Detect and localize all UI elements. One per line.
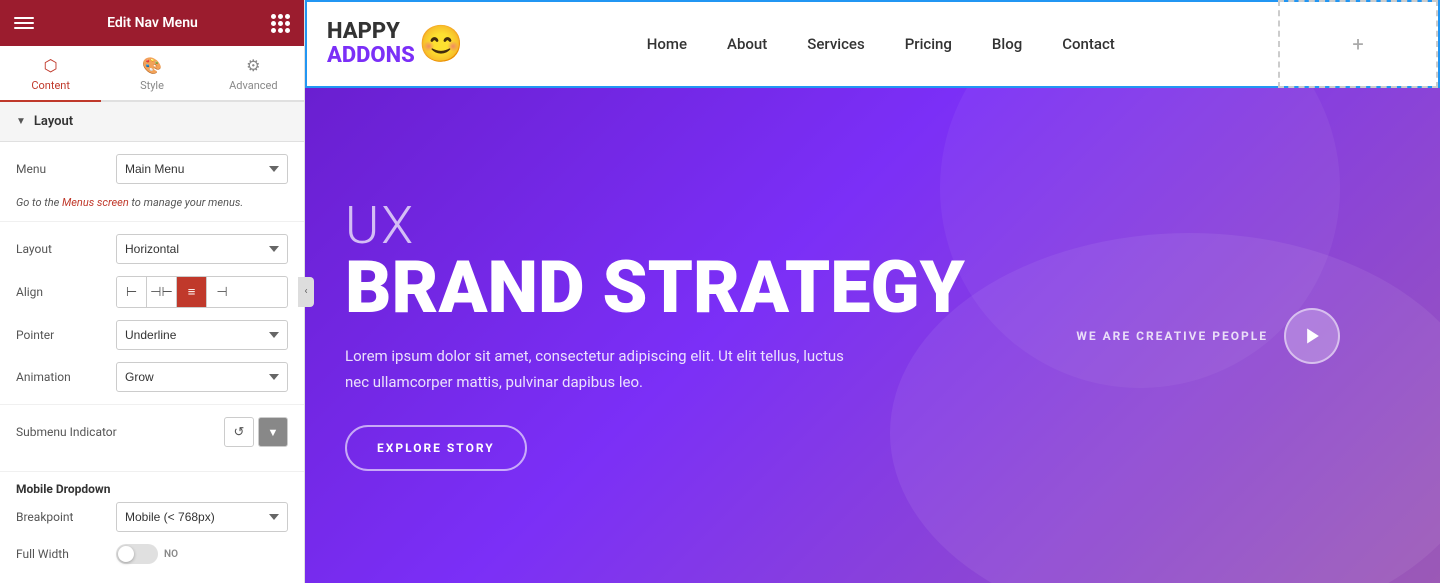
refresh-icon: ↺ <box>234 425 245 440</box>
animation-select[interactable]: Grow Shrink Slide <box>116 362 288 392</box>
animation-label: Animation <box>16 370 116 384</box>
submenu-indicator-row: Submenu Indicator ↺ ▼ <box>16 417 288 447</box>
menu-select[interactable]: Main Menu <box>116 154 288 184</box>
pointer-select-wrap: Underline Overline None <box>116 320 288 350</box>
pointer-label: Pointer <box>16 328 116 342</box>
breakpoint-select[interactable]: Mobile (< 768px) Tablet (< 1025px) <box>116 502 288 532</box>
tab-style[interactable]: 🎨 Style <box>101 46 202 102</box>
explore-story-button[interactable]: EXPLORE STORY <box>345 425 527 471</box>
pointer-row: Pointer Underline Overline None <box>16 320 288 350</box>
menu-hint-prefix: Go to the <box>16 196 62 209</box>
content-icon: ⬡ <box>44 56 58 75</box>
play-button[interactable] <box>1284 308 1340 364</box>
layout-row: Layout Horizontal Vertical <box>16 234 288 264</box>
mobile-dropdown-section: Mobile Dropdown Breakpoint Mobile (< 768… <box>0 472 304 576</box>
hero-brand-text: BRAND STRATEGY <box>345 252 965 324</box>
menu-section: Menu Main Menu Go to the Menus screen to… <box>0 142 304 222</box>
nav-link-about[interactable]: About <box>727 35 767 53</box>
chevron-down-icon: ▼ <box>268 426 279 439</box>
layout-section-label: Layout <box>34 114 73 129</box>
pointer-select[interactable]: Underline Overline None <box>116 320 288 350</box>
nav-link-pricing[interactable]: Pricing <box>905 35 952 53</box>
panel-title: Edit Nav Menu <box>107 15 198 31</box>
menu-row: Menu Main Menu <box>16 154 288 184</box>
hero-right: WE ARE CREATIVE PEOPLE <box>1076 308 1340 364</box>
nav-link-blog[interactable]: Blog <box>992 35 1022 53</box>
menu-hint: Go to the Menus screen to manage your me… <box>16 196 288 209</box>
right-panel: HAPPY ADDONS 😊 Home About Services Prici… <box>305 0 1440 583</box>
advanced-icon: ⚙ <box>246 56 260 75</box>
submenu-controls: ↺ ▼ <box>224 417 288 447</box>
menu-select-wrap: Main Menu <box>116 154 288 184</box>
align-left-btn[interactable]: ⊢ <box>117 277 147 307</box>
nav-link-home[interactable]: Home <box>647 35 687 53</box>
logo-text: HAPPY ADDONS <box>327 20 415 68</box>
nav-link-services[interactable]: Services <box>807 35 864 53</box>
mobile-section-content: Breakpoint Mobile (< 768px) Tablet (< 10… <box>0 502 304 576</box>
tab-style-label: Style <box>140 79 164 92</box>
tab-content[interactable]: ⬡ Content <box>0 46 101 102</box>
layout-select[interactable]: Horizontal Vertical <box>116 234 288 264</box>
preview-hero: UX BRAND STRATEGY Lorem ipsum dolor sit … <box>305 88 1440 583</box>
menus-screen-link[interactable]: Menus screen <box>62 196 129 209</box>
align-label: Align <box>16 285 116 299</box>
align-buttons: ⊢ ⊣⊢ ≡ ⊣ <box>116 276 288 308</box>
layout-section: Layout Horizontal Vertical Align ⊢ ⊣⊢ ≡ <box>0 222 304 405</box>
align-row: Align ⊢ ⊣⊢ ≡ ⊣ <box>16 276 288 308</box>
tab-advanced[interactable]: ⚙ Advanced <box>203 46 304 102</box>
submenu-indicator-label: Submenu Indicator <box>16 425 224 439</box>
align-center-btn[interactable]: ⊣⊢ <box>147 277 177 307</box>
full-width-toggle[interactable]: NO <box>116 544 288 564</box>
nav-plus-button[interactable]: + <box>1278 0 1438 88</box>
full-width-row: Full Width NO <box>16 544 288 564</box>
logo-addons: ADDONS <box>327 44 415 68</box>
animation-select-wrap: Grow Shrink Slide <box>116 362 288 392</box>
logo-happy: HAPPY <box>327 20 415 44</box>
toggle-label: NO <box>164 549 178 560</box>
full-width-label: Full Width <box>16 547 116 561</box>
menu-label: Menu <box>16 162 116 176</box>
align-buttons-wrap: ⊢ ⊣⊢ ≡ ⊣ <box>116 276 288 308</box>
tab-content-label: Content <box>31 79 70 92</box>
grid-icon[interactable] <box>271 14 290 33</box>
submenu-arrow-btn[interactable]: ▼ <box>258 417 288 447</box>
align-right-btn[interactable]: ⊣ <box>207 277 237 307</box>
hero-creative-text: WE ARE CREATIVE PEOPLE <box>1076 329 1268 343</box>
nav-logo: HAPPY ADDONS 😊 <box>307 20 484 68</box>
menu-hint-suffix: to manage your menus. <box>129 196 243 209</box>
layout-select-wrap: Horizontal Vertical <box>116 234 288 264</box>
toggle-track-wrap[interactable] <box>116 544 158 564</box>
submenu-icon-btn[interactable]: ↺ <box>224 417 254 447</box>
layout-label: Layout <box>16 242 116 256</box>
full-width-toggle-wrap: NO <box>116 544 288 564</box>
hero-content: UX BRAND STRATEGY Lorem ipsum dolor sit … <box>305 160 1005 511</box>
style-icon: 🎨 <box>142 56 162 75</box>
align-justify-btn[interactable]: ≡ <box>177 277 207 307</box>
layout-arrow-icon: ▼ <box>16 116 26 127</box>
panel-tabs: ⬡ Content 🎨 Style ⚙ Advanced <box>0 46 304 102</box>
layout-section-header[interactable]: ▼ Layout <box>0 102 304 142</box>
breakpoint-label: Breakpoint <box>16 510 116 524</box>
animation-row: Animation Grow Shrink Slide <box>16 362 288 392</box>
breakpoint-row: Breakpoint Mobile (< 768px) Tablet (< 10… <box>16 502 288 532</box>
logo-icon: 😊 <box>419 23 464 65</box>
toggle-track <box>116 544 158 564</box>
nav-link-contact[interactable]: Contact <box>1062 35 1115 53</box>
breakpoint-select-wrap: Mobile (< 768px) Tablet (< 1025px) <box>116 502 288 532</box>
hamburger-icon[interactable] <box>14 13 34 33</box>
toggle-thumb <box>118 546 134 562</box>
mobile-dropdown-header: Mobile Dropdown <box>0 472 304 502</box>
nav-links: Home About Services Pricing Blog Contact <box>484 35 1278 53</box>
panel-topbar: Edit Nav Menu <box>0 0 304 46</box>
plus-icon: + <box>1352 32 1363 56</box>
left-panel: Edit Nav Menu ⬡ Content 🎨 Style ⚙ Advanc… <box>0 0 305 583</box>
hero-description: Lorem ipsum dolor sit amet, consectetur … <box>345 344 865 395</box>
preview-nav: HAPPY ADDONS 😊 Home About Services Prici… <box>305 0 1440 88</box>
play-icon <box>1303 326 1323 346</box>
panel-collapse-arrow[interactable]: ‹ <box>298 277 314 307</box>
submenu-section: Submenu Indicator ↺ ▼ <box>0 405 304 472</box>
panel-content: ▼ Layout Menu Main Menu Go to the Menus … <box>0 102 304 583</box>
tab-advanced-label: Advanced <box>229 79 277 92</box>
